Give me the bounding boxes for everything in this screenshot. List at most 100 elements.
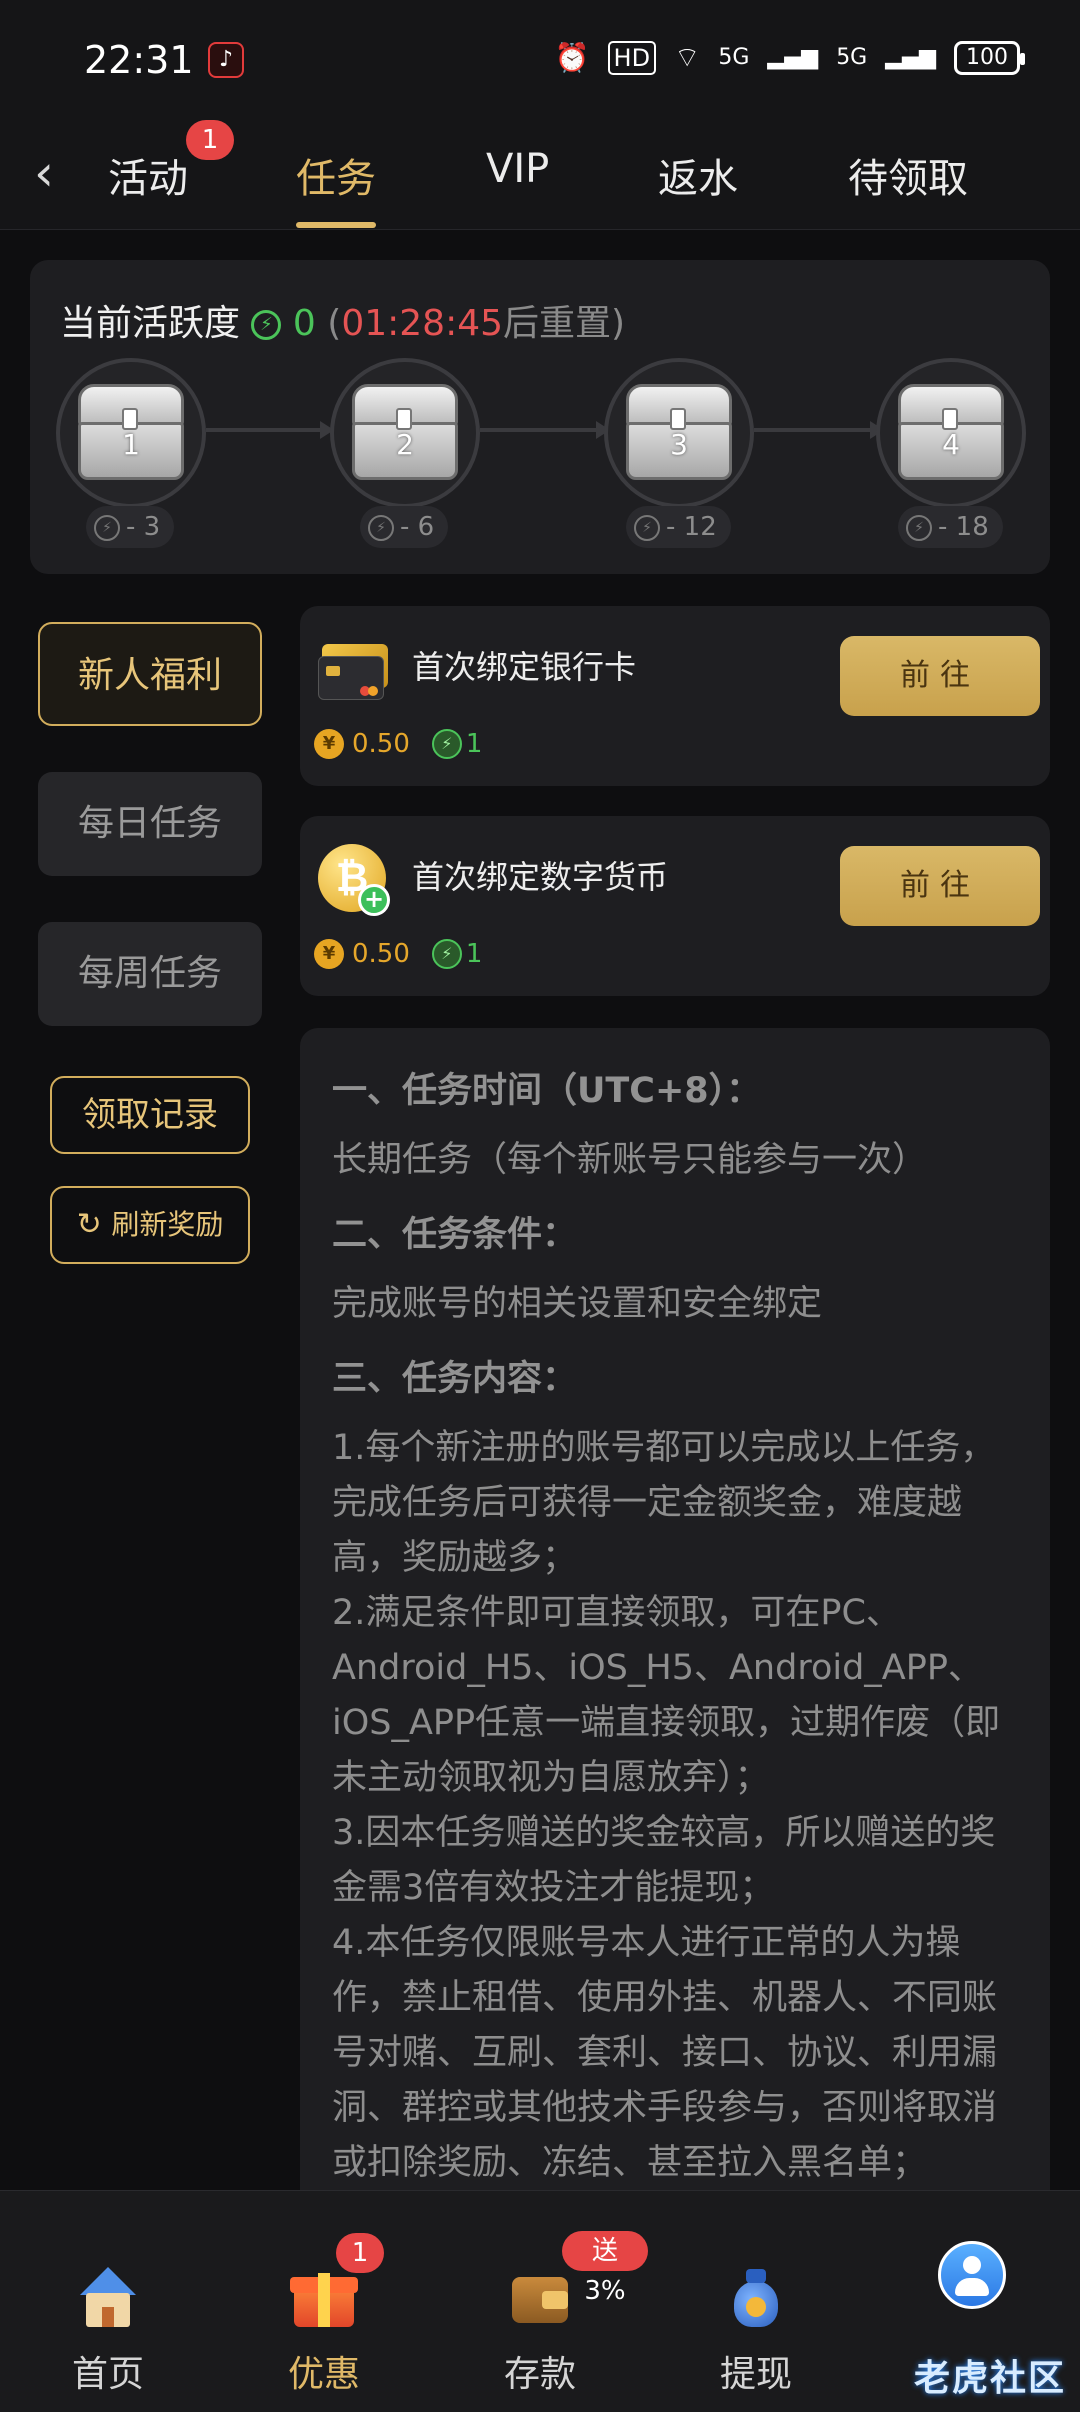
cost-value: - 3 xyxy=(126,512,161,542)
menu-daily-tasks[interactable]: 每日任务 xyxy=(38,772,262,876)
task-reward: ¥0.50 ⚡ 1 xyxy=(314,728,482,759)
chest-cost-4: ⚡ - 18 xyxy=(898,506,1003,548)
tab-activity-badge: 1 xyxy=(186,120,234,160)
chest-1[interactable]: 1 xyxy=(56,358,206,508)
go-button[interactable]: 前往 xyxy=(840,636,1040,716)
chest-number: 4 xyxy=(942,428,960,461)
reset-text: 后重置) xyxy=(503,303,626,344)
chest-number: 3 xyxy=(670,428,688,461)
active-tab-indicator xyxy=(296,222,376,228)
cost-value: - 18 xyxy=(938,512,989,542)
treasure-chest-icon: 1 xyxy=(78,384,184,480)
status-time: 22:31 xyxy=(84,38,194,82)
activity-value: 0 xyxy=(292,303,316,344)
chest-connector xyxy=(480,428,596,432)
chest-4[interactable]: 4 xyxy=(876,358,1026,508)
reward-points: 1 xyxy=(465,728,483,759)
claim-records-button[interactable]: 领取记录 xyxy=(50,1076,250,1154)
tab-tasks[interactable]: 任务 xyxy=(296,146,376,204)
task-bind-bank-card: 首次绑定银行卡 前往 ¥0.50 ⚡ 1 xyxy=(300,606,1050,786)
cost-value: - 6 xyxy=(400,512,435,542)
reward-points: 1 xyxy=(465,938,483,969)
treasure-chest-icon: 2 xyxy=(352,384,458,480)
menu-newbie-benefits[interactable]: 新人福利 xyxy=(38,622,262,726)
treasure-chest-icon: 4 xyxy=(898,384,1004,480)
nav-promotions[interactable]: 1 优惠 xyxy=(216,2191,432,2412)
menu-weekly-tasks[interactable]: 每周任务 xyxy=(38,922,262,1026)
home-icon xyxy=(74,2267,142,2329)
nav-deposit-label: 存款 xyxy=(503,2354,576,2395)
yuan-coin-icon: ¥ xyxy=(314,728,344,759)
chest-number: 1 xyxy=(122,428,140,461)
rules-item-1: 1.每个新注册的账号都可以完成以上任务，完成任务后可获得一定金额奖金，难度越高，… xyxy=(332,1428,996,1578)
status-bar: 22:31 ♪ ⏰ HD ⌔ 5G ▂▄▆ 5G ▂▄▆ 100 xyxy=(0,0,1080,120)
rules-heading-time: 一、任务时间（UTC+8）： xyxy=(332,1071,762,1111)
reward-money: 0.50 xyxy=(352,938,410,969)
activity-card: 当前活跃度 ⚡ 0 (01:28:45后重置) 1 2 3 4 ⚡ - 3 ⚡ … xyxy=(30,260,1050,574)
bolt-gray-icon: ⚡ xyxy=(368,514,394,541)
chest-cost-1: ⚡ - 3 xyxy=(86,506,175,548)
chest-cost-2: ⚡ - 6 xyxy=(360,506,449,548)
activity-title-row: 当前活跃度 ⚡ 0 (01:28:45后重置) xyxy=(60,294,625,346)
nav-home[interactable]: 首页 xyxy=(0,2191,216,2412)
cost-value: - 12 xyxy=(666,512,717,542)
nav-promotions-label: 优惠 xyxy=(287,2354,360,2395)
go-button[interactable]: 前往 xyxy=(840,846,1040,926)
refresh-rewards-button[interactable]: ↻ 刷新奖励 xyxy=(50,1186,250,1264)
nav-home-label: 首页 xyxy=(71,2354,144,2395)
chest-3[interactable]: 3 xyxy=(604,358,754,508)
task-title: 首次绑定数字货币 xyxy=(412,858,669,896)
top-tab-bar: ‹ 活动 1 任务 VIP 返水 待领取 xyxy=(0,120,1080,230)
tab-vip[interactable]: VIP xyxy=(486,146,549,192)
chest-number: 2 xyxy=(396,428,414,461)
bottom-nav: 首页 1 优惠 送3% 存款 提现 老虎社区 xyxy=(0,2190,1080,2412)
nav-deposit-badge: 送3% xyxy=(562,2231,648,2306)
activity-paren: ( xyxy=(327,303,342,344)
signal-5g-icon: 5G xyxy=(718,45,750,70)
nav-withdraw[interactable]: 提现 xyxy=(648,2191,864,2412)
alarm-icon: ⏰ xyxy=(554,41,590,74)
bitcoin-icon: ₿ + xyxy=(318,844,390,916)
signal-bars-icon-2: ▂▄▆ xyxy=(885,45,936,70)
gift-icon xyxy=(290,2267,358,2329)
bolt-gray-icon: ⚡ xyxy=(94,514,120,541)
wifi-icon: ⌔ xyxy=(674,41,701,74)
bolt-gray-icon: ⚡ xyxy=(906,514,932,541)
status-icons: ⏰ HD ⌔ 5G ▂▄▆ 5G ▂▄▆ 100 xyxy=(554,40,1025,76)
profile-icon xyxy=(938,2241,1006,2309)
chest-2[interactable]: 2 xyxy=(330,358,480,508)
rules-item-2: 2.满足条件即可直接领取，可在PC、Android_H5、iOS_H5、Andr… xyxy=(332,1593,1001,1798)
refresh-icon: ↻ xyxy=(76,1207,112,1242)
activity-bolt-icon: ⚡ xyxy=(431,938,462,969)
tab-pending[interactable]: 待领取 xyxy=(848,146,968,204)
tab-rebate[interactable]: 返水 xyxy=(658,146,738,204)
nav-deposit[interactable]: 送3% 存款 xyxy=(432,2191,648,2412)
watermark-logo: 老虎社区 xyxy=(913,2358,1066,2399)
refresh-rewards-label: 刷新奖励 xyxy=(111,1208,224,1241)
tab-activity[interactable]: 活动 xyxy=(108,146,188,204)
rules-heading-conditions: 二、任务条件： xyxy=(332,1215,578,1255)
battery-icon: 100 xyxy=(954,41,1025,75)
nav-withdraw-label: 提现 xyxy=(719,2354,792,2395)
chest-cost-3: ⚡ - 12 xyxy=(626,506,731,548)
treasure-chest-icon: 3 xyxy=(626,384,732,480)
reward-money: 0.50 xyxy=(352,728,410,759)
money-bag-icon xyxy=(722,2267,790,2329)
bank-card-icon xyxy=(318,634,390,706)
rules-heading-content: 三、任务内容： xyxy=(332,1359,578,1399)
task-reward: ¥0.50 ⚡ 1 xyxy=(314,938,482,969)
nav-promotions-badge: 1 xyxy=(336,2233,384,2273)
yuan-coin-icon: ¥ xyxy=(314,938,344,969)
task-rules-panel: 一、任务时间（UTC+8）： 长期任务（每个新账号只能参与一次） 二、任务条件：… xyxy=(300,1028,1050,2212)
activity-title: 当前活跃度 xyxy=(60,303,241,344)
chest-connector xyxy=(754,428,870,432)
signal-5g-icon-2: 5G xyxy=(836,45,868,70)
back-chevron-icon[interactable]: ‹ xyxy=(34,144,54,202)
reset-countdown: 01:28:45 xyxy=(341,303,504,344)
task-title: 首次绑定银行卡 xyxy=(412,648,637,686)
rules-item-4: 4.本任务仅限账号本人进行正常的人为操作，禁止租借、使用外挂、机器人、不同账号对… xyxy=(332,1923,998,2183)
rules-text-time: 长期任务（每个新账号只能参与一次） xyxy=(332,1140,928,1180)
task-bind-crypto: ₿ + 首次绑定数字货币 前往 ¥0.50 ⚡ 1 xyxy=(300,816,1050,996)
hd-icon: HD xyxy=(607,41,657,75)
chest-connector xyxy=(206,428,320,432)
